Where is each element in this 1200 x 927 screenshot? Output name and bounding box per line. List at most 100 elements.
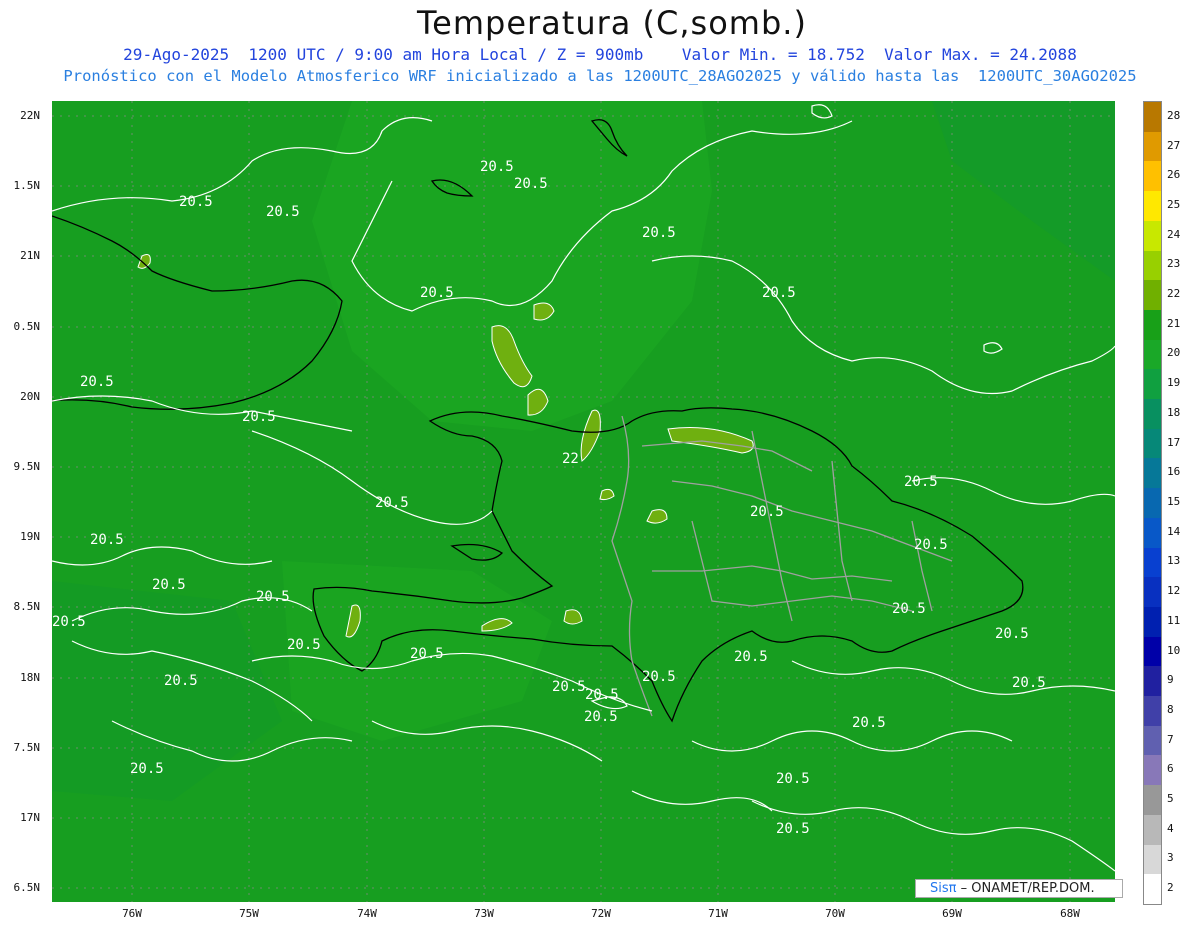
- cool-region: [932, 101, 1115, 281]
- lat-label: 0.5N: [13, 320, 41, 333]
- map-canvas: 20.520.520.520.520.520.520.520.520.52220…: [52, 101, 1115, 902]
- contour-label: 20.5: [179, 194, 213, 210]
- color-swatch: [1144, 399, 1161, 430]
- contour-label: 20.5: [904, 474, 938, 490]
- lon-label: 76W: [122, 907, 142, 920]
- color-scale-label: 13: [1167, 554, 1181, 568]
- color-swatch: [1144, 696, 1161, 727]
- lon-label: 68W: [1060, 907, 1080, 920]
- color-scale-label: 7: [1167, 732, 1174, 746]
- contour-label: 20.5: [552, 679, 586, 695]
- lon-label: 75W: [239, 907, 259, 920]
- color-scale-label: 27: [1167, 138, 1181, 152]
- contour-label: 20.5: [242, 409, 276, 425]
- color-scale-label: 22: [1167, 287, 1181, 301]
- map-title: Temperatura (C,somb.): [417, 4, 807, 42]
- contour-label: 20.5: [514, 176, 548, 192]
- color-swatch: [1144, 309, 1161, 341]
- contour-label: 20.5: [410, 646, 444, 662]
- contour-label: 20.5: [762, 285, 796, 301]
- color-swatch: [1144, 636, 1161, 667]
- color-scale-label: 6: [1167, 762, 1174, 776]
- color-swatch: [1144, 339, 1161, 370]
- lon-label: 71W: [708, 907, 728, 920]
- color-swatch: [1144, 517, 1161, 549]
- color-scale-label: 4: [1167, 821, 1174, 835]
- color-swatch: [1144, 725, 1161, 756]
- color-scale-label: 10: [1167, 643, 1181, 657]
- lat-label: 6.5N: [13, 881, 41, 894]
- color-swatch: [1144, 755, 1161, 786]
- lon-label: 72W: [591, 907, 611, 920]
- color-scale-label: 17: [1167, 435, 1181, 449]
- lat-label: 7.5N: [13, 741, 41, 754]
- contour-label: 20.5: [80, 374, 114, 390]
- credit-box: Sisπ – ONAMET/REP.DOM.: [915, 879, 1123, 898]
- color-scale-label: 3: [1167, 851, 1174, 865]
- lat-label: 1.5N: [13, 179, 41, 192]
- contour-label: 20.5: [152, 577, 186, 593]
- color-swatch: [1144, 191, 1161, 222]
- color-scale-label: 18: [1167, 405, 1181, 419]
- contour-label: 20.5: [995, 626, 1029, 642]
- contour-label: 20.5: [375, 495, 409, 511]
- lon-label: 73W: [474, 907, 494, 920]
- credit-text: – ONAMET/REP.DOM.: [960, 881, 1095, 896]
- model-info-line: Pronóstico con el Modelo Atmosferico WRF…: [63, 67, 1137, 85]
- color-scale-label: 11: [1167, 613, 1181, 627]
- color-scale-label: 9: [1167, 673, 1174, 687]
- contour-label: 20.5: [585, 687, 619, 703]
- color-scale-label: 8: [1167, 702, 1174, 716]
- temperature-map: 20.5 20.5 20.5 20.5 20.5 20.5 20.5 20.5 20.5 22 20…: [52, 101, 1115, 902]
- color-swatch: [1144, 874, 1161, 905]
- color-scale-label: 23: [1167, 257, 1181, 271]
- lat-label: 18N: [20, 671, 40, 684]
- color-swatch: [1144, 280, 1161, 311]
- color-swatch: [1144, 102, 1161, 133]
- contour-label: 20.5: [734, 649, 768, 665]
- contour-label: 20.5: [750, 504, 784, 520]
- color-scale-bar: [1143, 101, 1162, 905]
- color-scale-label: 12: [1167, 584, 1181, 598]
- contour-label: 20.5: [642, 225, 676, 241]
- lon-label: 69W: [942, 907, 962, 920]
- contour-label: 20.5: [852, 715, 886, 731]
- lon-label: 70W: [825, 907, 845, 920]
- color-scale-label: 15: [1167, 495, 1181, 508]
- color-scale-label: 25: [1167, 197, 1181, 211]
- contour-label: 20.5: [90, 532, 124, 548]
- color-swatch: [1144, 220, 1161, 252]
- contour-label: 20.5: [164, 673, 198, 689]
- sispi-logo-text: Sisπ: [930, 881, 957, 896]
- color-swatch: [1144, 577, 1161, 608]
- color-swatch: [1144, 666, 1161, 697]
- color-swatch: [1144, 428, 1161, 459]
- color-swatch: [1144, 161, 1161, 192]
- color-scale-label: 24: [1167, 227, 1181, 241]
- color-swatch: [1144, 547, 1161, 578]
- color-scale-label: 14: [1167, 524, 1181, 538]
- lat-label: 9.5N: [13, 460, 41, 473]
- lat-label: 20N: [20, 390, 40, 403]
- lat-label: 17N: [20, 811, 40, 824]
- contour-label: 20.5: [420, 285, 454, 301]
- color-swatch: [1144, 250, 1161, 281]
- color-scale-label: 16: [1167, 465, 1181, 479]
- contour-label: 20.5: [584, 709, 618, 725]
- cool-region: [52, 581, 282, 801]
- lat-label: 22N: [20, 109, 40, 122]
- color-swatch: [1144, 131, 1161, 162]
- color-scale-label: 20: [1167, 346, 1181, 360]
- color-swatch: [1144, 844, 1161, 875]
- color-swatch: [1144, 488, 1161, 519]
- color-scale-label: 2: [1167, 881, 1174, 895]
- contour-label: 20.5: [256, 589, 290, 605]
- color-scale-label: 19: [1167, 376, 1181, 390]
- color-scale-label: 26: [1167, 168, 1181, 182]
- color-swatch: [1144, 458, 1161, 489]
- color-scale-label: 5: [1167, 792, 1174, 806]
- color-swatch: [1144, 814, 1161, 846]
- contour-label: 20.5: [892, 601, 926, 617]
- contour-label: 20.5: [52, 614, 86, 630]
- color-swatch: [1144, 606, 1161, 638]
